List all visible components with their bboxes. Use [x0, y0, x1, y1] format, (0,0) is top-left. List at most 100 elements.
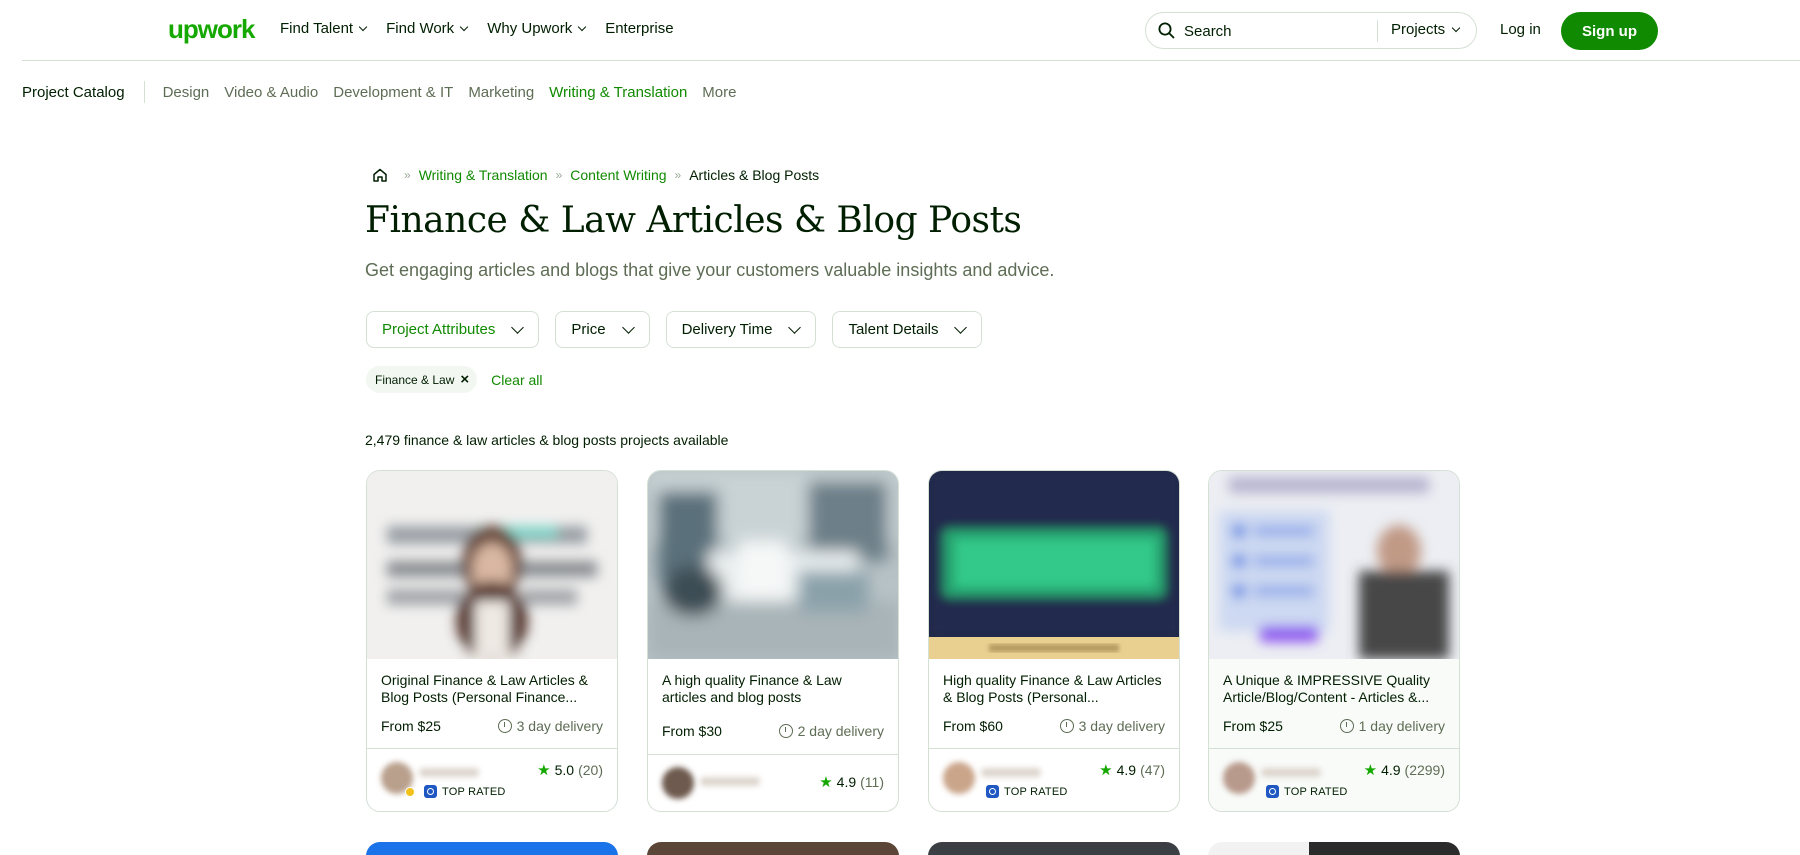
- search-icon[interactable]: [1158, 22, 1175, 39]
- office-desk-thumbnail[interactable]: [648, 471, 898, 659]
- category-writing-translation[interactable]: Writing & Translation: [549, 84, 687, 101]
- card-delivery: 2 day delivery: [778, 723, 884, 739]
- search-input[interactable]: [1184, 21, 1394, 41]
- filter-bar: Project Attributes Price Delivery Time T…: [366, 311, 998, 348]
- review-count: (47): [1140, 762, 1165, 778]
- clock-icon: [778, 724, 793, 738]
- article-blog-content-thumbnail[interactable]: [1209, 471, 1459, 659]
- card-delivery: 3 day delivery: [1059, 718, 1165, 734]
- card-price: From $25: [1223, 718, 1283, 734]
- category-marketing[interactable]: Marketing: [468, 84, 534, 101]
- project-card-thumbnail[interactable]: [928, 842, 1180, 855]
- nav-why-upwork-label: Why Upwork: [487, 20, 573, 37]
- clear-all-link[interactable]: Clear all: [491, 372, 542, 388]
- breadcrumb-separator: »: [674, 168, 682, 182]
- review-count: (20): [578, 762, 603, 778]
- chevron-down-icon: [621, 320, 635, 334]
- card-title[interactable]: A high quality Finance & Law articles an…: [662, 672, 888, 706]
- search-divider: [1377, 20, 1378, 42]
- rating-value: 4.9: [1381, 762, 1401, 778]
- online-status-dot: [405, 787, 415, 797]
- search-scope-dropdown[interactable]: Projects: [1391, 21, 1461, 38]
- close-icon[interactable]: ×: [460, 371, 469, 388]
- card-price: From $30: [662, 723, 722, 739]
- top-rated-badge: TOP RATED: [1266, 785, 1348, 798]
- category-divider: [143, 81, 145, 103]
- card-delivery-text: 3 day delivery: [1078, 718, 1165, 734]
- nav-enterprise[interactable]: Enterprise: [605, 20, 673, 37]
- project-card-thumbnail[interactable]: [1208, 842, 1460, 855]
- card-delivery-text: 3 day delivery: [516, 718, 603, 734]
- top-rated-icon: [1266, 785, 1279, 798]
- woman-portrait-thumbnail[interactable]: [367, 471, 617, 659]
- nav-find-work[interactable]: Find Work: [386, 20, 469, 37]
- star-icon: ★: [1099, 762, 1113, 779]
- nav-find-work-label: Find Work: [386, 20, 455, 37]
- card-delivery: 1 day delivery: [1339, 718, 1445, 734]
- card-title[interactable]: High quality Finance & Law Articles & Bl…: [943, 672, 1169, 706]
- card-title[interactable]: Original Finance & Law Articles & Blog P…: [381, 672, 607, 706]
- nav-why-upwork[interactable]: Why Upwork: [487, 20, 587, 37]
- category-more[interactable]: More: [702, 84, 736, 101]
- upwork-logo[interactable]: upwork: [168, 14, 255, 45]
- breadcrumb-content-writing[interactable]: Content Writing: [570, 167, 666, 183]
- top-rated-badge: TOP RATED: [986, 785, 1068, 798]
- freelancer-name: [1261, 768, 1321, 777]
- filter-price[interactable]: Price: [555, 311, 650, 348]
- star-icon: ★: [819, 774, 833, 791]
- top-header: upwork Find Talent Find Work Why Upwork …: [0, 0, 1800, 61]
- review-count: (2299): [1404, 762, 1445, 778]
- avatar[interactable]: [943, 762, 975, 794]
- breadcrumb-articles-blog-posts: Articles & Blog Posts: [689, 167, 820, 183]
- home-icon[interactable]: [372, 167, 388, 183]
- chevron-down-icon: [954, 320, 968, 334]
- page-title: Finance & Law Articles & Blog Posts: [365, 200, 1022, 241]
- avatar[interactable]: [662, 767, 694, 799]
- project-card-thumbnail[interactable]: [366, 842, 618, 855]
- nav-find-talent[interactable]: Find Talent: [280, 20, 368, 37]
- category-video-audio[interactable]: Video & Audio: [224, 84, 318, 101]
- card-rating: ★ 4.9 (47): [1099, 761, 1165, 779]
- avatar[interactable]: [1223, 762, 1255, 794]
- category-development-it[interactable]: Development & IT: [333, 84, 453, 101]
- category-design[interactable]: Design: [163, 84, 210, 101]
- chevron-down-icon: [511, 320, 525, 334]
- clock-icon: [1059, 719, 1074, 733]
- card-rating: ★ 5.0 (20): [537, 761, 603, 779]
- filter-project-attributes-label: Project Attributes: [382, 321, 496, 338]
- signup-button[interactable]: Sign up: [1561, 12, 1658, 50]
- rating-value: 4.9: [836, 774, 857, 790]
- star-icon: ★: [1363, 762, 1378, 779]
- card-title[interactable]: A Unique & IMPRESSIVE Quality Article/Bl…: [1223, 672, 1449, 706]
- login-link[interactable]: Log in: [1500, 21, 1541, 38]
- clock-icon: [497, 719, 512, 733]
- project-card[interactable]: High quality Finance & Law Articles & Bl…: [928, 470, 1180, 812]
- breadcrumb-writing-translation[interactable]: Writing & Translation: [419, 167, 548, 183]
- header-divider: [22, 60, 1800, 61]
- filter-chip-finance-law: Finance & Law ×: [366, 366, 478, 393]
- freelancer-name: [419, 768, 479, 777]
- filter-delivery-time[interactable]: Delivery Time: [665, 311, 817, 348]
- card-delivery-text: 2 day delivery: [797, 723, 884, 739]
- filter-talent-details[interactable]: Talent Details: [832, 311, 983, 348]
- finance-word-thumbnail[interactable]: [929, 471, 1179, 659]
- card-divider: [367, 748, 617, 749]
- top-rated-icon: [424, 785, 437, 798]
- project-catalog-link[interactable]: Project Catalog: [22, 84, 125, 101]
- nav-enterprise-label: Enterprise: [605, 20, 674, 37]
- chevron-down-icon: [358, 22, 368, 31]
- card-price: From $60: [943, 718, 1003, 734]
- freelancer-name: [700, 777, 760, 786]
- chevron-down-icon: [1451, 23, 1461, 32]
- project-card[interactable]: Original Finance & Law Articles & Blog P…: [366, 470, 618, 812]
- badge-label: TOP RATED: [1284, 785, 1348, 798]
- project-card[interactable]: A high quality Finance & Law articles an…: [647, 470, 899, 812]
- project-card-thumbnail[interactable]: [647, 842, 899, 855]
- filter-project-attributes[interactable]: Project Attributes: [366, 311, 540, 348]
- breadcrumb-separator: »: [404, 168, 411, 182]
- results-count: 2,479 finance & law articles & blog post…: [365, 432, 729, 448]
- nav-find-talent-label: Find Talent: [280, 20, 354, 37]
- project-card[interactable]: A Unique & IMPRESSIVE Quality Article/Bl…: [1208, 470, 1460, 812]
- chevron-down-icon: [459, 22, 469, 31]
- card-rating: ★ 4.9 (11): [819, 773, 884, 791]
